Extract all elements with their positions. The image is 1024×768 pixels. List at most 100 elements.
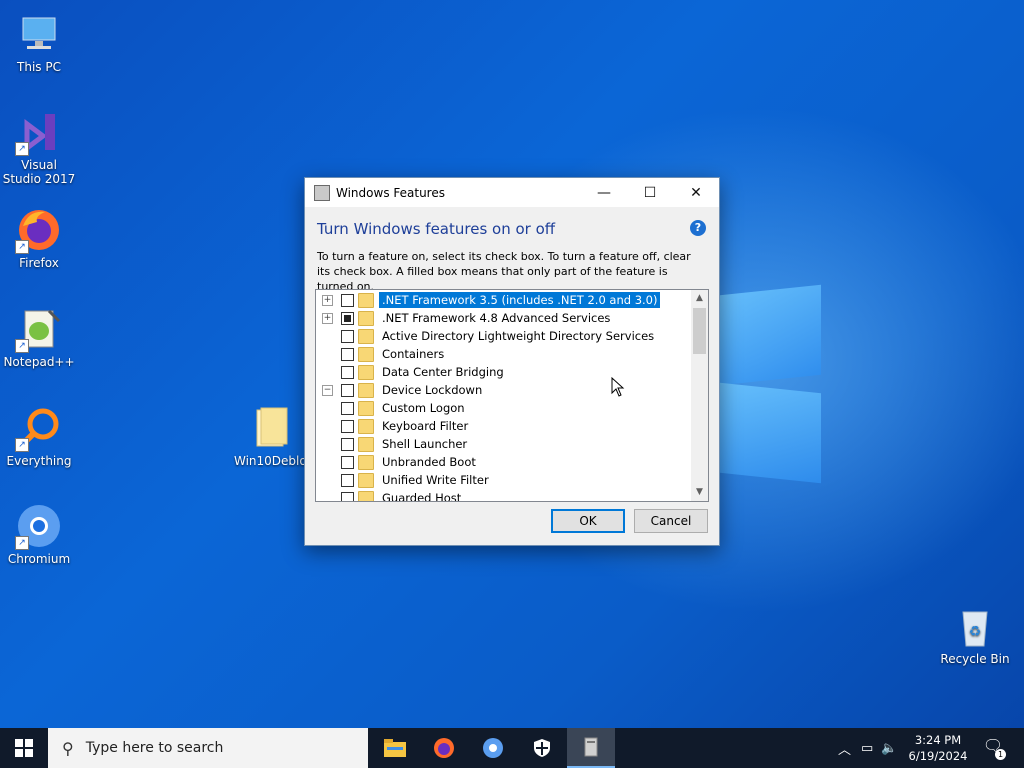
feature-label: Unbranded Boot bbox=[382, 455, 476, 469]
expand-icon[interactable]: + bbox=[322, 312, 333, 324]
network-icon[interactable]: ▭ bbox=[861, 741, 873, 756]
scroll-down-icon[interactable]: ▼ bbox=[691, 484, 708, 501]
feature-row[interactable]: Containers bbox=[322, 345, 447, 363]
windows-features-icon bbox=[584, 737, 598, 757]
desktop-icon-label: Firefox bbox=[19, 256, 59, 270]
windows-features-icon bbox=[314, 184, 330, 201]
feature-row[interactable]: Unbranded Boot bbox=[341, 453, 479, 471]
folder-icon bbox=[358, 328, 374, 344]
clock-date: 6/19/2024 bbox=[908, 749, 968, 763]
feature-row[interactable]: Active Directory Lightweight Directory S… bbox=[322, 327, 657, 345]
start-button[interactable] bbox=[0, 728, 48, 768]
feature-checkbox[interactable] bbox=[341, 437, 354, 451]
shortcut-arrow-icon: ↗ bbox=[15, 339, 29, 353]
feature-label: Keyboard Filter bbox=[382, 419, 469, 433]
feature-checkbox[interactable] bbox=[341, 293, 354, 307]
desktop-icon-win10deblo-folder[interactable]: Win10Deblo... bbox=[234, 404, 318, 468]
dialog-titlebar[interactable]: Windows Features — ☐ ✕ bbox=[305, 178, 719, 207]
feature-label: Device Lockdown bbox=[382, 383, 483, 397]
scroll-up-icon[interactable]: ▲ bbox=[691, 290, 708, 307]
feature-checkbox[interactable] bbox=[341, 329, 354, 343]
desktop-icon-this-pc[interactable]: This PC bbox=[1, 10, 77, 74]
feature-row[interactable]: + .NET Framework 4.8 Advanced Services bbox=[322, 309, 613, 327]
close-button[interactable]: ✕ bbox=[673, 178, 719, 207]
feature-row[interactable]: Custom Logon bbox=[341, 399, 468, 417]
feature-label: Active Directory Lightweight Directory S… bbox=[382, 329, 655, 343]
scroll-thumb[interactable] bbox=[693, 308, 706, 354]
windows-security-icon bbox=[534, 739, 550, 757]
feature-label: Guarded Host bbox=[382, 491, 462, 502]
desktop-icon-chromium[interactable]: ↗ Chromium bbox=[1, 502, 77, 566]
notification-count-badge: 1 bbox=[995, 749, 1006, 760]
taskbar-windows-security[interactable] bbox=[518, 728, 566, 768]
collapse-icon[interactable]: − bbox=[322, 384, 333, 396]
feature-row[interactable]: Shell Launcher bbox=[341, 435, 470, 453]
tree-scrollbar[interactable]: ▲ ▼ bbox=[691, 290, 708, 501]
ok-button[interactable]: OK bbox=[551, 509, 625, 533]
folder-icon bbox=[358, 400, 374, 416]
feature-label: .NET Framework 3.5 (includes .NET 2.0 an… bbox=[379, 292, 661, 308]
taskbar-firefox[interactable] bbox=[420, 728, 468, 768]
feature-checkbox[interactable] bbox=[341, 311, 354, 325]
desktop-icon-label: Chromium bbox=[7, 552, 71, 566]
taskbar-file-explorer[interactable] bbox=[371, 728, 419, 768]
feature-row[interactable]: Keyboard Filter bbox=[341, 417, 471, 435]
desktop-icon-label: Notepad++ bbox=[3, 355, 75, 369]
desktop-icon-visual-studio[interactable]: ↗ Visual Studio 2017 bbox=[1, 108, 77, 186]
feature-row[interactable]: + .NET Framework 3.5 (includes .NET 2.0 a… bbox=[322, 291, 661, 309]
taskbar-search-box[interactable]: ⚲ Type here to search bbox=[48, 728, 368, 768]
feature-label: Custom Logon bbox=[382, 401, 465, 415]
taskbar-windows-features[interactable] bbox=[567, 728, 615, 768]
desktop-icon-notepadpp[interactable]: ↗ Notepad++ bbox=[1, 305, 77, 369]
feature-row[interactable]: Data Center Bridging bbox=[322, 363, 507, 381]
folder-icon bbox=[358, 490, 374, 501]
cancel-button[interactable]: Cancel bbox=[634, 509, 708, 533]
maximize-button[interactable]: ☐ bbox=[627, 178, 673, 207]
feature-checkbox[interactable] bbox=[341, 365, 354, 379]
feature-label: Data Center Bridging bbox=[382, 365, 504, 379]
feature-label: .NET Framework 4.8 Advanced Services bbox=[382, 311, 611, 325]
folder-icon bbox=[358, 382, 374, 398]
feature-row[interactable]: − Device Lockdown bbox=[322, 381, 485, 399]
feature-checkbox[interactable] bbox=[341, 383, 354, 397]
desktop-icon-firefox[interactable]: ↗ Firefox bbox=[1, 206, 77, 270]
folder-icon bbox=[358, 472, 374, 488]
taskbar-chromium[interactable] bbox=[469, 728, 517, 768]
svg-text:♻: ♻ bbox=[969, 624, 982, 640]
computer-icon bbox=[15, 10, 63, 58]
everything-search-icon: ↗ bbox=[15, 404, 63, 452]
feature-checkbox[interactable] bbox=[341, 473, 354, 487]
desktop-icon-everything[interactable]: ↗ Everything bbox=[1, 404, 77, 468]
folder-icon bbox=[358, 310, 374, 326]
folder-icon bbox=[358, 292, 374, 308]
feature-row[interactable]: Guarded Host bbox=[322, 489, 464, 502]
windows-start-icon bbox=[15, 739, 33, 757]
desktop-icon-label: Win10Deblo... bbox=[234, 454, 318, 468]
desktop-icon-recycle-bin[interactable]: ♻ Recycle Bin bbox=[937, 602, 1013, 666]
feature-checkbox[interactable] bbox=[341, 347, 354, 361]
search-placeholder: Type here to search bbox=[85, 740, 224, 756]
taskbar-clock[interactable]: 3:24 PM 6/19/2024 bbox=[905, 732, 971, 764]
volume-muted-icon[interactable]: 🔈 bbox=[881, 741, 897, 756]
expand-icon[interactable]: + bbox=[322, 294, 333, 306]
dialog-description: To turn a feature on, select its check b… bbox=[317, 250, 691, 293]
folder-icon bbox=[358, 346, 374, 362]
shortcut-arrow-icon: ↗ bbox=[15, 536, 29, 550]
feature-checkbox[interactable] bbox=[341, 419, 354, 433]
firefox-icon: ↗ bbox=[15, 206, 63, 254]
features-tree[interactable]: + .NET Framework 3.5 (includes .NET 2.0 a… bbox=[315, 289, 709, 502]
minimize-icon: — bbox=[597, 184, 611, 201]
feature-checkbox[interactable] bbox=[341, 401, 354, 415]
chromium-icon: ↗ bbox=[15, 502, 63, 550]
feature-checkbox[interactable] bbox=[341, 455, 354, 469]
recycle-bin-icon: ♻ bbox=[951, 602, 999, 650]
feature-checkbox[interactable] bbox=[341, 491, 354, 501]
notepadpp-icon: ↗ bbox=[15, 305, 63, 353]
action-center-button[interactable]: 🗨 1 bbox=[982, 736, 1006, 760]
minimize-button[interactable]: — bbox=[581, 178, 627, 207]
feature-row[interactable]: Unified Write Filter bbox=[341, 471, 492, 489]
dialog-title: Windows Features bbox=[336, 185, 445, 200]
show-hidden-icons-chevron-icon[interactable]: ︿ bbox=[838, 739, 851, 758]
desktop-icon-label: This PC bbox=[17, 60, 61, 74]
help-icon[interactable]: ? bbox=[690, 220, 706, 236]
